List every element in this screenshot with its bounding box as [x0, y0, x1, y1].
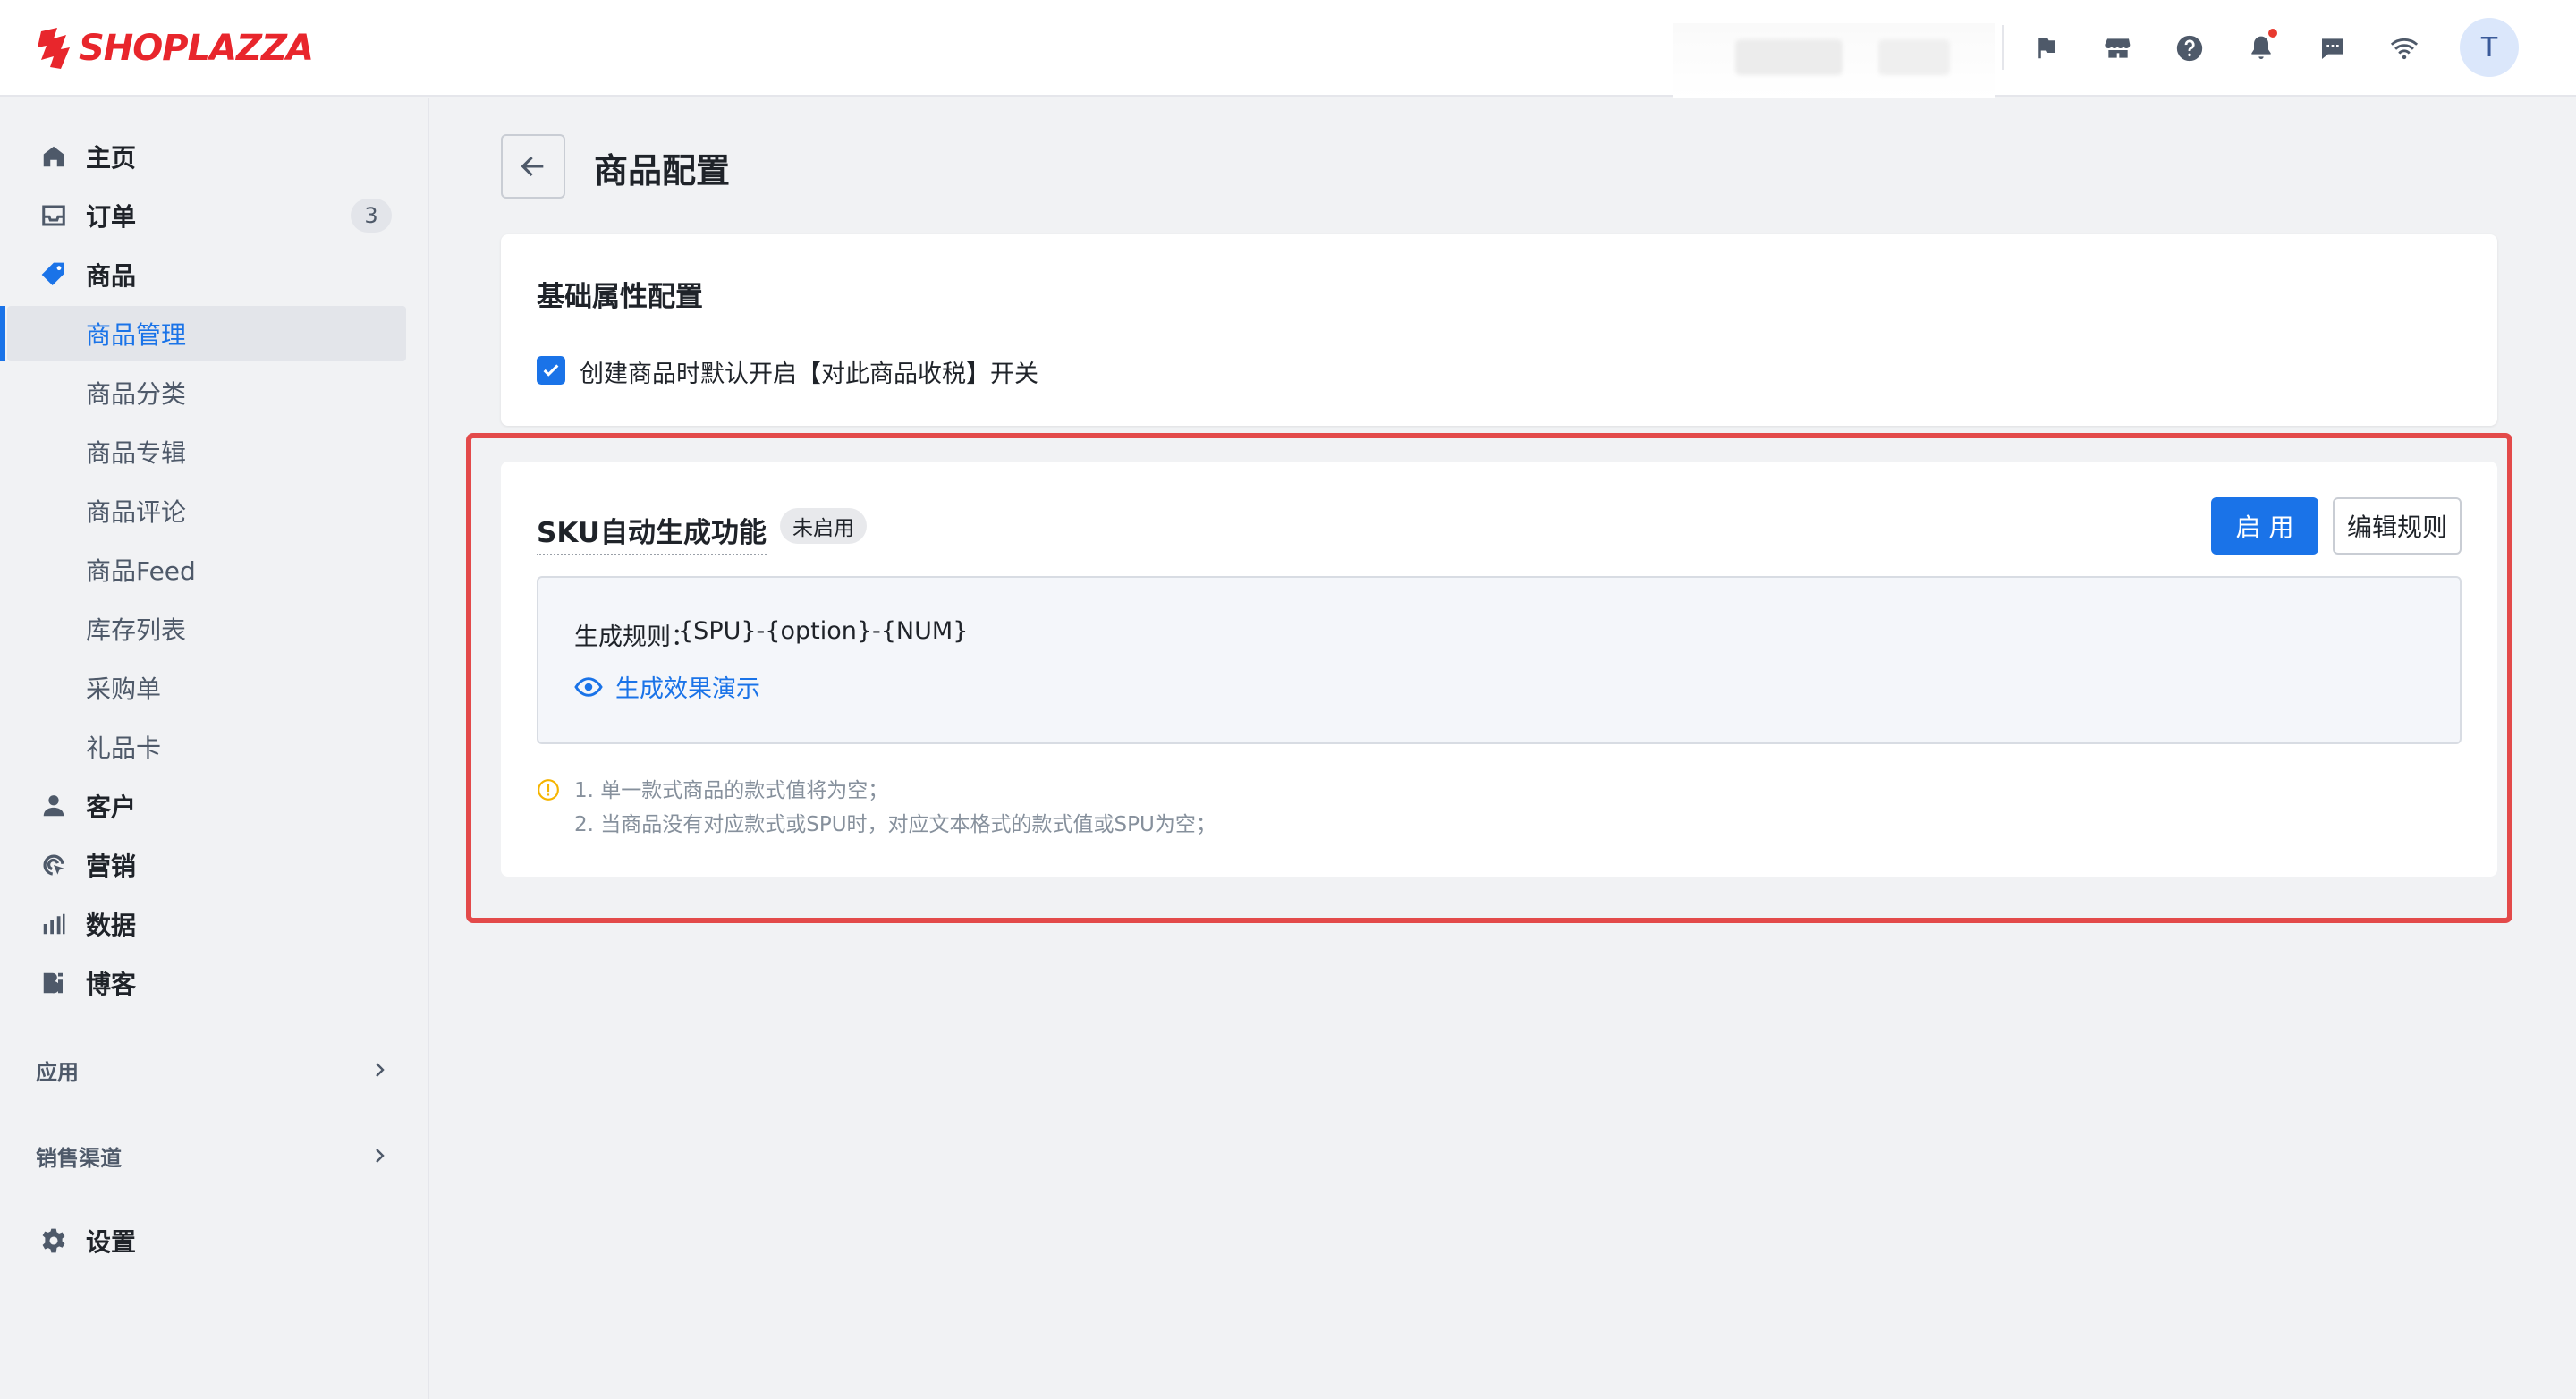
- sidebar-subitem-collections[interactable]: 商品专辑: [0, 424, 429, 479]
- sidebar-subitem-label: 采购单: [86, 674, 162, 704]
- sidebar-item-label: 营销: [86, 852, 137, 881]
- sidebar-subitem-label: 商品Feed: [86, 556, 196, 586]
- wifi-icon[interactable]: [2383, 27, 2426, 70]
- sidebar-subitem-label: 库存列表: [86, 615, 187, 645]
- section-label: 销售渠道: [36, 1145, 122, 1171]
- divider: [2002, 25, 2004, 70]
- warning-icon: [538, 779, 559, 801]
- avatar[interactable]: T: [2460, 18, 2519, 77]
- active-indicator: [0, 306, 5, 361]
- flag-icon[interactable]: [2025, 27, 2068, 70]
- help-icon[interactable]: [2168, 27, 2211, 70]
- sidebar-item-label: 订单: [86, 202, 137, 232]
- sidebar-item-home[interactable]: 主页: [0, 129, 429, 184]
- sidebar: 主页 订单 3 商品 商品管理 商品分类 商品专辑 商品评论 商品Feed 库存…: [0, 98, 429, 1399]
- edit-rules-button[interactable]: 编辑规则: [2333, 497, 2462, 555]
- target-icon: [36, 847, 72, 883]
- demo-link-label: 生成效果演示: [615, 675, 760, 703]
- sidebar-item-label: 数据: [86, 911, 137, 940]
- message-icon[interactable]: [2311, 27, 2354, 70]
- note-line: 2. 当商品没有对应款式或SPU时，对应文本格式的款式值或SPU为空；: [574, 813, 1216, 836]
- section-label: 应用: [36, 1059, 79, 1085]
- sidebar-subitem-gift-cards[interactable]: 礼品卡: [0, 719, 429, 775]
- sidebar-item-label: 客户: [86, 793, 137, 822]
- sidebar-subitem-label: 商品分类: [86, 379, 187, 409]
- shoplazza-logo-icon: [34, 26, 73, 71]
- card-title: 基础属性配置: [537, 281, 703, 313]
- sidebar-subitem-purchase-orders[interactable]: 采购单: [0, 660, 429, 716]
- sidebar-subitem-feed[interactable]: 商品Feed: [0, 542, 429, 598]
- note-line: 1. 单一款式商品的款式值将为空；: [574, 779, 889, 802]
- status-badge: 未启用: [780, 508, 867, 544]
- rule-label: 生成规则：: [574, 623, 695, 651]
- sidebar-section-sales-channels[interactable]: 销售渠道: [0, 1129, 429, 1183]
- sidebar-subitem-product-management[interactable]: 商品管理: [0, 306, 429, 361]
- sidebar-subitem-categories[interactable]: 商品分类: [0, 365, 429, 420]
- sidebar-item-settings[interactable]: 设置: [0, 1213, 429, 1268]
- brand-name: SHOPLAZZA: [79, 28, 314, 69]
- sidebar-subitem-label: 礼品卡: [86, 733, 162, 763]
- checkbox-label: 创建商品时默认开启【对此商品收税】开关: [580, 360, 1038, 388]
- store-selector[interactable]: [1673, 23, 1995, 98]
- sidebar-item-label: 主页: [86, 143, 137, 173]
- tax-default-checkbox[interactable]: [537, 356, 565, 385]
- bar-chart-icon: [36, 906, 72, 942]
- sidebar-item-analytics[interactable]: 数据: [0, 896, 429, 952]
- top-bar: SHOPLAZZA T: [0, 0, 2576, 98]
- rule-value: {SPU}-{option}-{NUM}: [678, 617, 969, 645]
- arrow-left-icon: [521, 156, 544, 177]
- check-icon: [543, 364, 559, 377]
- bell-icon[interactable]: [2240, 27, 2283, 70]
- logo[interactable]: SHOPLAZZA: [34, 23, 314, 73]
- sidebar-item-customers[interactable]: 客户: [0, 778, 429, 834]
- store-icon[interactable]: [2097, 27, 2140, 70]
- sidebar-subitem-label: 商品评论: [86, 497, 187, 527]
- sidebar-subitem-label: 商品专辑: [86, 438, 187, 468]
- inbox-icon: [36, 198, 72, 233]
- sku-auto-generate-card: SKU自动生成功能 未启用 启 用 编辑规则 生成规则： {SPU}-{opti…: [501, 462, 2497, 877]
- chevron-right-icon: [376, 1149, 385, 1163]
- sidebar-section-apps[interactable]: 应用: [0, 1043, 429, 1097]
- chevron-right-icon: [376, 1063, 385, 1077]
- rule-box: 生成规则： {SPU}-{option}-{NUM} 生成效果演示: [537, 576, 2462, 744]
- sidebar-subitem-reviews[interactable]: 商品评论: [0, 483, 429, 538]
- sidebar-item-orders[interactable]: 订单 3: [0, 188, 429, 243]
- eye-icon: [574, 676, 603, 697]
- back-button[interactable]: [501, 134, 565, 199]
- page-title: 商品配置: [594, 151, 731, 191]
- enable-button[interactable]: 启 用: [2211, 497, 2318, 555]
- blog-icon: [36, 965, 72, 1001]
- tag-icon: [36, 257, 72, 293]
- sidebar-item-label: 商品: [86, 261, 137, 291]
- orders-count-badge: 3: [351, 199, 392, 233]
- sidebar-subitem-label: 商品管理: [86, 320, 187, 350]
- person-icon: [36, 788, 72, 824]
- sidebar-item-label: 博客: [86, 970, 137, 999]
- card-title: SKU自动生成功能: [537, 510, 767, 555]
- gear-icon: [36, 1223, 72, 1259]
- sidebar-item-blog[interactable]: 博客: [0, 955, 429, 1011]
- notification-dot: [2268, 29, 2277, 38]
- home-icon: [36, 139, 72, 174]
- sidebar-subitem-inventory[interactable]: 库存列表: [0, 601, 429, 657]
- basic-config-card: 基础属性配置 创建商品时默认开启【对此商品收税】开关: [501, 234, 2497, 426]
- sidebar-item-label: 设置: [86, 1227, 137, 1257]
- sidebar-item-marketing[interactable]: 营销: [0, 837, 429, 893]
- demo-link[interactable]: 生成效果演示: [574, 669, 760, 704]
- sidebar-item-products[interactable]: 商品: [0, 247, 429, 302]
